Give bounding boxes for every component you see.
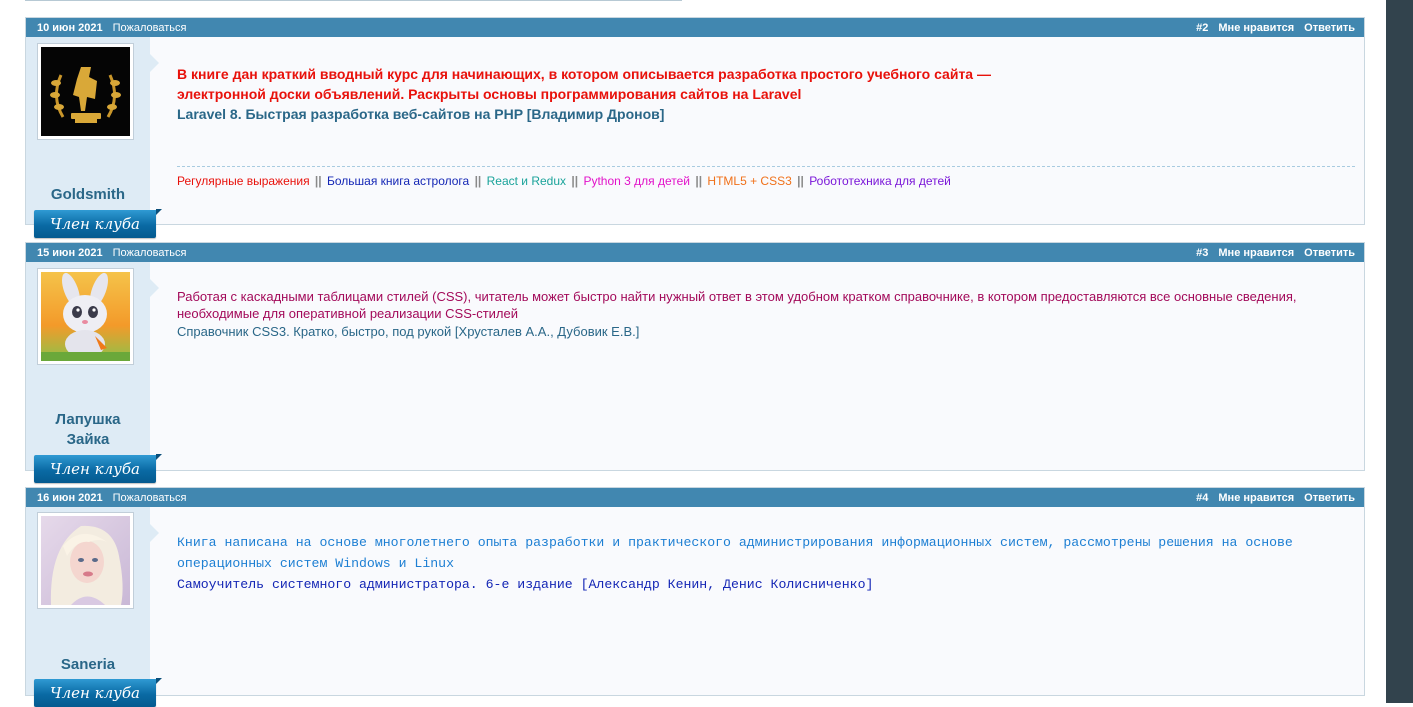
message-book-title: Справочник CSS3. Кратко, быстро, под рук… [177, 324, 640, 339]
blonde-girl-avatar-icon [41, 516, 130, 605]
golden-laurel-statue-avatar-icon [41, 47, 130, 136]
reply-link[interactable]: Ответить [1304, 247, 1355, 259]
member-badge-label: Член клуба [50, 460, 140, 478]
signature-separator: || [571, 174, 579, 188]
member-badge: Член клуба [34, 209, 162, 238]
signature: Регулярные выражения || Большая книга ас… [177, 166, 1355, 189]
post-3: 15 июн 2021 Пожаловаться #3 Мне нравится… [25, 242, 1365, 483]
post-number-link[interactable]: #3 [1196, 247, 1208, 259]
post-number-link[interactable]: #4 [1196, 492, 1208, 504]
post-2: 10 июн 2021 Пожаловаться #2 Мне нравится… [25, 17, 1365, 238]
username[interactable]: Goldsmith [26, 185, 150, 205]
post-message: Работая с каскадными таблицами стилей (C… [177, 288, 1355, 340]
signature-separator: || [797, 174, 804, 188]
signature-link-html[interactable]: HTML5 + CSS3 [707, 174, 791, 188]
message-book-title: Laravel 8. Быстрая разработка веб-сайтов… [177, 106, 665, 122]
member-badge-label: Член клуба [50, 684, 140, 702]
avatar[interactable] [37, 268, 134, 365]
message-description: Работая с каскадными таблицами стилей (C… [177, 289, 1297, 321]
reply-link[interactable]: Ответить [1304, 22, 1355, 34]
like-link[interactable]: Мне нравится [1218, 247, 1294, 259]
post-header: 16 июн 2021 Пожаловаться #4 Мне нравится… [26, 488, 1364, 507]
post-body: Goldsmith Член клуба В книге дан краткий… [26, 37, 1364, 238]
page-right-gutter [1386, 0, 1413, 703]
report-link[interactable]: Пожаловаться [113, 247, 187, 259]
post-date: 10 июн 2021 [37, 21, 103, 34]
user-info: Goldsmith Член клуба [26, 37, 162, 238]
user-info: Лапушка Зайка Член клуба [26, 262, 162, 483]
report-link[interactable]: Пожаловаться [113, 22, 187, 34]
member-badge: Член клуба [34, 454, 162, 483]
post-4: 16 июн 2021 Пожаловаться #4 Мне нравится… [25, 487, 1365, 707]
signature-link-react[interactable]: React и Redux [487, 174, 566, 188]
signature-link-python[interactable]: Python 3 для детей [583, 174, 690, 188]
user-info: Saneria Член клуба [26, 507, 162, 707]
signature-separator: || [474, 174, 482, 188]
message-book-title: Самоучитель системного администратора. 6… [177, 577, 874, 592]
signature-separator: || [314, 174, 322, 188]
post-header: 15 июн 2021 Пожаловаться #3 Мне нравится… [26, 243, 1364, 262]
post-date: 16 июн 2021 [37, 491, 103, 504]
signature-link-astrology[interactable]: Большая книга астролога [327, 174, 469, 188]
message-description: Книга написана на основе многолетнего оп… [177, 535, 1293, 571]
signature-link-robotics[interactable]: Робототехника для детей [809, 174, 951, 188]
like-link[interactable]: Мне нравится [1218, 492, 1294, 504]
post-message: В книге дан краткий вводный курс для нач… [177, 64, 1355, 124]
post-body: Лапушка Зайка Член клуба Работая с каска… [26, 262, 1364, 483]
message-description: В книге дан краткий вводный курс для нач… [177, 66, 991, 102]
username[interactable]: Saneria [26, 655, 150, 675]
signature-link-regex[interactable]: Регулярные выражения [177, 174, 310, 188]
reply-link[interactable]: Ответить [1304, 492, 1355, 504]
member-badge-label: Член клуба [50, 215, 140, 233]
post-date: 15 июн 2021 [37, 246, 103, 259]
cartoon-bunny-avatar-icon [41, 272, 130, 361]
avatar[interactable] [37, 43, 134, 140]
username[interactable]: Лапушка Зайка [26, 410, 150, 450]
post-header: 10 июн 2021 Пожаловаться #2 Мне нравится… [26, 18, 1364, 37]
top-divider [25, 0, 682, 1]
report-link[interactable]: Пожаловаться [113, 492, 187, 504]
post-message: Книга написана на основе многолетнего оп… [177, 532, 1355, 595]
post-body: Saneria Член клуба Книга написана на осн… [26, 507, 1364, 707]
post-number-link[interactable]: #2 [1196, 22, 1208, 34]
like-link[interactable]: Мне нравится [1218, 22, 1294, 34]
avatar[interactable] [37, 512, 134, 609]
signature-separator: || [695, 174, 703, 188]
